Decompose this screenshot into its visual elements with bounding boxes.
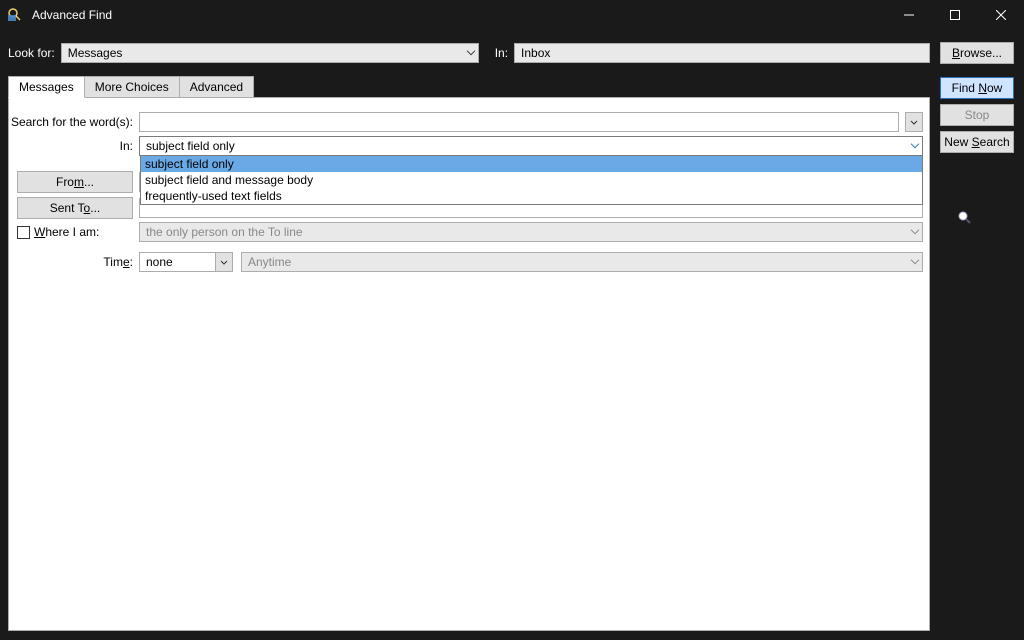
where-checkbox-label[interactable]: Where I am: <box>17 225 133 239</box>
chevron-down-icon <box>910 143 920 149</box>
chevron-down-icon <box>910 259 920 265</box>
in-folder-input[interactable]: Inbox <box>514 43 930 63</box>
tab-more-choices[interactable]: More Choices <box>84 76 180 98</box>
tab-messages[interactable]: Messages <box>8 76 85 98</box>
search-words-row: Search for the word(s): <box>9 112 929 132</box>
in-option-subject-body[interactable]: subject field and message body <box>141 172 922 188</box>
where-combo: the only person on the To line <box>139 222 923 242</box>
time-value-combo: Anytime <box>241 252 923 272</box>
chevron-down-icon <box>910 229 920 235</box>
find-now-button[interactable]: Find Now <box>940 77 1014 99</box>
window-title: Advanced Find <box>30 8 886 22</box>
search-words-label: Search for the word(s): <box>9 115 139 129</box>
time-type-combo[interactable]: none <box>139 252 233 272</box>
where-checkbox[interactable] <box>17 226 30 239</box>
cursor-magnifier-icon <box>957 210 973 229</box>
new-search-button[interactable]: New Search <box>940 131 1014 153</box>
stop-button: Stop <box>940 104 1014 126</box>
app-icon <box>0 7 30 23</box>
time-row: Time: none Anytime <box>9 252 929 272</box>
chevron-down-icon <box>466 50 476 56</box>
time-value-value: Anytime <box>248 255 291 269</box>
in-field-label: In: <box>9 139 139 153</box>
chevron-down-icon <box>215 253 232 271</box>
window-controls <box>886 0 1024 30</box>
where-value: the only person on the To line <box>146 225 303 239</box>
tab-panel: Messages More Choices Advanced Search fo… <box>8 76 930 632</box>
in-folder-value: Inbox <box>521 46 550 60</box>
search-words-dropdown-button[interactable] <box>905 112 923 132</box>
action-buttons: Find Now Stop New Search <box>940 77 1014 153</box>
time-type-value: none <box>146 255 173 269</box>
top-row: Look for: Messages In: Inbox <box>0 30 1024 70</box>
where-row: Where I am: the only person on the To li… <box>17 222 929 242</box>
look-for-label: Look for: <box>8 46 61 60</box>
time-label: Time: <box>9 255 139 269</box>
tab-advanced[interactable]: Advanced <box>179 76 254 98</box>
sent-to-button[interactable]: Sent To... <box>17 197 133 219</box>
in-option-frequent-fields[interactable]: frequently-used text fields <box>141 188 922 204</box>
browse-button[interactable]: Browse... <box>940 42 1014 64</box>
in-option-subject-only[interactable]: subject field only <box>141 156 922 172</box>
tab-strip: Messages More Choices Advanced <box>8 76 930 98</box>
from-button[interactable]: From... <box>17 171 133 193</box>
look-for-combo[interactable]: Messages <box>61 43 479 63</box>
title-bar: Advanced Find <box>0 0 1024 30</box>
close-button[interactable] <box>978 0 1024 30</box>
look-for-value: Messages <box>68 46 123 60</box>
in-field-dropdown[interactable]: subject field only subject field and mes… <box>140 155 923 205</box>
in-folder-label: In: <box>479 46 514 60</box>
in-field-combo[interactable]: subject field only <box>139 136 923 156</box>
in-field-row: In: subject field only <box>9 136 929 156</box>
search-words-input[interactable] <box>139 112 899 132</box>
panel-body: Search for the word(s): In: subject fiel… <box>8 97 930 631</box>
browse-button-wrap: Browse... <box>940 42 1014 64</box>
maximize-button[interactable] <box>932 0 978 30</box>
in-field-value: subject field only <box>146 139 235 153</box>
minimize-button[interactable] <box>886 0 932 30</box>
